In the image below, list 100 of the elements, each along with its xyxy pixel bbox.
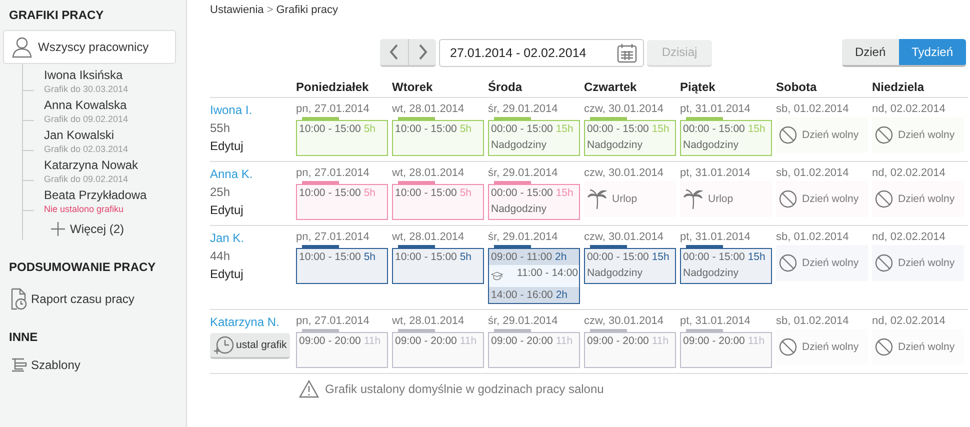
- day-off-label: Dzień wolny: [802, 193, 859, 205]
- leave-label: Urlop: [708, 193, 734, 205]
- shift-time: 00:00 - 15:00 15h: [683, 251, 766, 263]
- day-header: Wtorek: [392, 77, 488, 98]
- shift-time: 09:00 - 20:00 11h: [683, 335, 766, 347]
- prohibited-icon: [779, 126, 797, 144]
- all-employees-item[interactable]: Wszyscy pracownicy: [3, 30, 176, 64]
- employee-name[interactable]: Iwona I.: [210, 103, 252, 117]
- date-label: śr, 29.01.2014: [488, 315, 559, 327]
- shift-card[interactable]: 09:00 - 20:00 11h: [392, 332, 484, 368]
- date-label: sb, 01.02.2014: [776, 103, 850, 115]
- schedule-status: Grafik do 30.03.2014: [44, 84, 130, 94]
- day-header: Czwartek: [584, 77, 680, 98]
- prohibited-icon: [779, 254, 797, 272]
- templates-icon: [11, 358, 27, 372]
- section-title: PODSUMOWANIE PRACY: [9, 260, 157, 274]
- shift-note: Nadgodziny: [587, 139, 644, 151]
- date-range-field[interactable]: 27.01.2014 - 02.02.2014: [439, 39, 644, 67]
- prohibited-icon: [875, 126, 893, 144]
- shift-card[interactable]: 09:00 - 20:00 11h: [680, 332, 772, 368]
- prohibited-icon: [875, 338, 893, 356]
- date-label: wt, 28.01.2014: [392, 231, 466, 243]
- document-clock-icon: [11, 288, 27, 310]
- schedule-status: Grafik do 02.03.2014: [44, 144, 130, 154]
- plus-icon: [51, 222, 65, 236]
- breadcrumb-separator: >: [266, 4, 274, 16]
- employee-name[interactable]: Jan K.: [210, 231, 244, 245]
- shift-card[interactable]: 10:00 - 15:00 5h: [296, 120, 388, 156]
- shift-card[interactable]: 09:00 - 11:00 2h 11:00 - 14:00 14:00 - 16:00 2h: [488, 248, 580, 304]
- warning-icon: [299, 380, 319, 398]
- employee-item[interactable]: Katarzyna Nowak: [44, 158, 176, 172]
- shift-card[interactable]: 10:00 - 15:00 5h: [392, 184, 484, 220]
- prohibited-icon: [875, 190, 893, 208]
- date-label: czw, 30.01.2014: [584, 103, 665, 115]
- date-label: pn, 27.01.2014: [296, 315, 370, 327]
- leave-card[interactable]: Urlop: [680, 181, 772, 217]
- date-label: wt, 28.01.2014: [392, 315, 466, 327]
- day-header: Poniedziałek: [296, 77, 392, 98]
- shift-card[interactable]: 09:00 - 20:00 11h: [296, 332, 388, 368]
- shift-time: 10:00 - 15:00 5h: [299, 251, 376, 263]
- chevron-left-icon: [389, 44, 399, 60]
- shift-card[interactable]: 00:00 - 15:00 15h Nadgodziny: [680, 248, 772, 284]
- employee-name[interactable]: Katarzyna N.: [210, 315, 280, 329]
- edit-link[interactable]: Edytuj: [210, 139, 244, 153]
- more-link[interactable]: Więcej (2): [51, 222, 176, 236]
- shift-card[interactable]: 00:00 - 15:00 15h Nadgodziny: [488, 120, 580, 156]
- palm-tree-icon: [587, 188, 607, 210]
- view-tab[interactable]: Dzień: [842, 39, 899, 65]
- date-label: nd, 02.02.2014: [872, 231, 946, 243]
- shift-note: Nadgodziny: [587, 267, 644, 279]
- date-label: pn, 27.01.2014: [296, 231, 370, 243]
- employee-item[interactable]: Beata Przykładowa: [44, 188, 176, 202]
- shift-card[interactable]: 00:00 - 15:00 15h Nadgodziny: [584, 248, 676, 284]
- shift-time: 09:00 - 20:00 11h: [491, 335, 574, 347]
- hours-total: 55h: [210, 121, 230, 135]
- date-label: pt, 31.01.2014: [680, 103, 752, 115]
- shift-card[interactable]: 09:00 - 20:00 11h: [584, 332, 676, 368]
- date-label: pt, 31.01.2014: [680, 231, 752, 243]
- shift-card[interactable]: 10:00 - 15:00 5h: [392, 248, 484, 284]
- leave-card[interactable]: Urlop: [584, 181, 676, 217]
- shift-time: 09:00 - 20:00 11h: [299, 335, 382, 347]
- employee-item[interactable]: Anna Kowalska: [44, 98, 176, 112]
- shift-card[interactable]: 09:00 - 20:00 11h: [488, 332, 580, 368]
- schedule-status: Nie ustalono grafiku: [44, 204, 125, 214]
- shift-card[interactable]: 10:00 - 15:00 5h: [296, 184, 388, 220]
- day-off-label: Dzień wolny: [802, 341, 859, 353]
- date-label: nd, 02.02.2014: [872, 167, 946, 179]
- breadcrumb-item[interactable]: Ustawienia: [210, 4, 264, 16]
- schedule-status: Grafik do 09.02.2014: [44, 114, 130, 124]
- employee-item[interactable]: Jan Kowalski: [44, 128, 176, 142]
- breadcrumb-item[interactable]: Grafiki pracy: [276, 4, 338, 16]
- shift-card[interactable]: 00:00 - 15:00 15h Nadgodziny: [584, 120, 676, 156]
- prohibited-icon: [779, 338, 797, 356]
- palm-tree-icon: [683, 188, 703, 210]
- day-off-label: Dzień wolny: [898, 193, 955, 205]
- templates-link[interactable]: Szablony: [11, 358, 176, 372]
- shift-time: 09:00 - 20:00 11h: [587, 335, 670, 347]
- hours-total: 25h: [210, 185, 230, 199]
- shift-time: 14:00 - 16:00 2h: [491, 289, 568, 301]
- shift-card[interactable]: 10:00 - 15:00 5h: [392, 120, 484, 156]
- shift-time: 10:00 - 15:00 5h: [395, 123, 472, 135]
- date-label: pt, 31.01.2014: [680, 315, 752, 327]
- set-schedule-button[interactable]: ustal grafik: [210, 333, 290, 359]
- employee-name[interactable]: Anna K.: [210, 167, 253, 181]
- day-off-label: Dzień wolny: [802, 129, 859, 141]
- view-tab[interactable]: Tydzień: [898, 39, 966, 65]
- day-off-label: Dzień wolny: [898, 341, 955, 353]
- date-label: nd, 02.02.2014: [872, 103, 946, 115]
- shift-card[interactable]: 10:00 - 15:00 5h: [296, 248, 388, 284]
- edit-link[interactable]: Edytuj: [210, 267, 244, 281]
- date-label: śr, 29.01.2014: [488, 231, 559, 243]
- employee-item[interactable]: Iwona Iksińska: [44, 68, 176, 82]
- date-label: śr, 29.01.2014: [488, 103, 559, 115]
- shift-card[interactable]: 00:00 - 15:00 15h Nadgodziny: [680, 120, 772, 156]
- edit-link[interactable]: Edytuj: [210, 203, 244, 217]
- chevron-right-icon: [418, 44, 428, 60]
- day-header: Niedziela: [872, 77, 968, 98]
- report-link[interactable]: Raport czasu pracy: [11, 288, 176, 310]
- section-title: INNE: [9, 330, 39, 344]
- shift-card[interactable]: 00:00 - 15:00 15h Nadgodziny: [488, 184, 580, 220]
